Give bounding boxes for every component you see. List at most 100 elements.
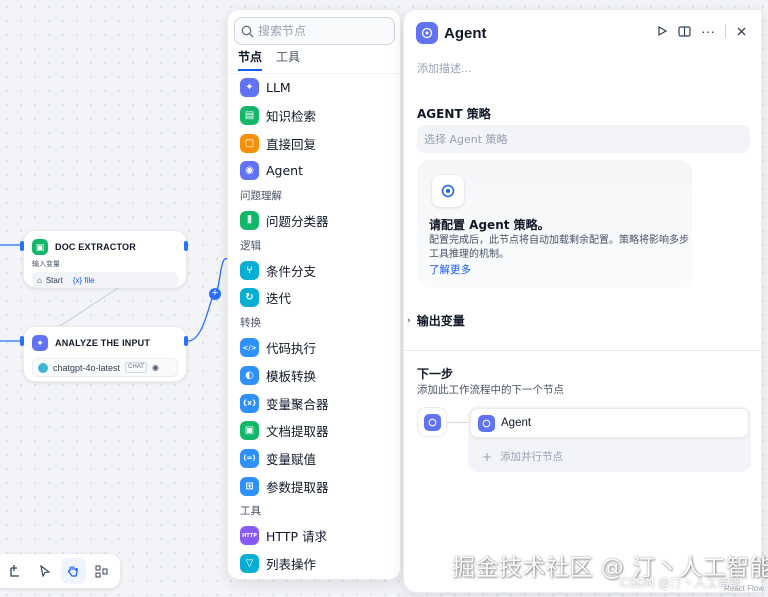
add-node-on-edge-button[interactable]: + xyxy=(209,288,221,300)
split-view-icon[interactable] xyxy=(678,25,691,38)
chip-node-name: Start xyxy=(45,275,63,285)
agent-icon xyxy=(416,22,438,44)
node-item-doc-extractor[interactable]: ▣ 文档提取器 xyxy=(228,417,400,445)
branch-icon: ⑂ xyxy=(240,260,259,280)
canvas-toolbar xyxy=(0,554,120,588)
agent-strategy-icon xyxy=(431,174,465,208)
node-item-iteration[interactable]: ↻ 迭代 xyxy=(228,284,400,312)
panel-actions: ··· xyxy=(656,24,747,38)
chip-variable: {x} file xyxy=(72,275,95,285)
divider xyxy=(725,24,726,38)
output-label: 输出变量 xyxy=(416,314,465,328)
analyze-input-node[interactable]: ✦ ANALYZE THE INPUT chatgpt-4o-latest CH… xyxy=(23,326,187,382)
analyze-target-handle[interactable] xyxy=(20,336,24,346)
node-title: ANALYZE THE INPUT xyxy=(55,338,151,348)
template-icon: ◐ xyxy=(240,365,259,385)
node-item-label: 列表操作 xyxy=(266,556,317,572)
list-operation-icon: ▽ xyxy=(240,553,259,573)
variable-assigner-icon: (=) xyxy=(240,448,259,468)
layout-button[interactable] xyxy=(90,558,115,584)
node-item-label: 变量赋值 xyxy=(266,451,317,467)
node-item-label: 迭代 xyxy=(266,291,292,307)
model-chip[interactable]: chatgpt-4o-latest CHAT ◉ xyxy=(32,358,178,377)
node-item-label: 参数提取器 xyxy=(266,479,329,495)
tab-tools[interactable]: 工具 xyxy=(276,48,300,71)
node-item-label: HTTP 请求 xyxy=(266,529,327,545)
node-item-question-classifier[interactable]: ⫴ 问题分类器 xyxy=(228,207,400,235)
eye-icon: ◉ xyxy=(151,363,159,372)
next-node-label: Agent xyxy=(501,417,532,429)
node-item-label: 直接回复 xyxy=(266,136,317,152)
learn-more-link[interactable]: 了解更多 xyxy=(429,262,471,277)
analyze-source-handle[interactable] xyxy=(184,336,188,346)
next-node-agent[interactable]: Agent xyxy=(470,408,749,438)
node-item-template[interactable]: ◐ 模板转换 xyxy=(228,362,400,390)
hand-mode-button[interactable] xyxy=(61,558,86,584)
node-item-label: 知识检索 xyxy=(266,109,317,125)
node-item-http-request[interactable]: HTTP HTTP 请求 xyxy=(228,522,400,550)
panel-title[interactable]: Agent xyxy=(444,25,487,42)
current-node-badge xyxy=(417,407,447,437)
parameter-extractor-icon: ⊞ xyxy=(240,476,259,496)
node-item-direct-reply[interactable]: ▢ 直接回复 xyxy=(228,129,400,157)
node-item-label: 代码执行 xyxy=(266,341,317,357)
node-item-variable-assigner[interactable]: (=) 变量赋值 xyxy=(228,445,400,473)
add-node-icon xyxy=(10,565,20,577)
agent-icon xyxy=(423,413,441,431)
agent-icon: ◉ xyxy=(240,161,259,181)
node-item-code[interactable]: </> 代码执行 xyxy=(228,334,400,362)
doc-extractor-target-handle[interactable] xyxy=(20,241,24,251)
strategy-select[interactable]: 选择 Agent 策略 xyxy=(417,125,750,153)
group-tools: 工具 xyxy=(240,505,261,518)
description-input[interactable]: 添加描述... xyxy=(417,60,472,76)
node-item-label: 变量聚合器 xyxy=(266,396,329,412)
section-divider xyxy=(404,350,761,351)
doc-extractor-source-handle[interactable] xyxy=(184,241,188,251)
next-step-title: 下一步 xyxy=(417,367,454,381)
node-selector-panel: 节点 工具 ✦ LLM ▤ 知识检索 ▢ 直接回复 ◉ Agent 问题理解 ⫴ 问题分类… xyxy=(227,9,401,580)
doc-extractor-icon: ▣ xyxy=(32,239,48,255)
node-item-label: 模板转换 xyxy=(266,368,317,384)
node-item-if-else[interactable]: ⑂ 条件分支 xyxy=(228,256,400,284)
openai-icon xyxy=(38,362,48,373)
strategy-hint-card: 请配置 Agent 策略。 配置完成后，此节点将自动加载剩余配置。策略将影响多步… xyxy=(417,160,692,288)
question-classifier-icon: ⫴ xyxy=(240,211,259,231)
node-item-variable-aggregator[interactable]: {x} 变量聚合器 xyxy=(228,389,400,417)
node-sub-label: 输入变量 xyxy=(32,261,60,268)
iteration-icon: ↻ xyxy=(240,288,259,308)
direct-reply-icon: ▢ xyxy=(240,133,259,153)
next-step-description: 添加此工作流程中的下一个节点 xyxy=(417,384,564,396)
node-item-label: Agent xyxy=(266,163,303,179)
search-input[interactable] xyxy=(258,24,388,38)
node-item-list-operation[interactable]: ▽ 列表操作 xyxy=(228,550,400,578)
search-box[interactable] xyxy=(234,17,395,45)
model-tag: CHAT xyxy=(125,362,147,373)
run-icon[interactable] xyxy=(656,25,668,37)
card-title: 请配置 Agent 策略。 xyxy=(429,218,550,232)
group-transform: 转换 xyxy=(240,317,261,330)
tab-nodes[interactable]: 节点 xyxy=(238,48,263,71)
agent-config-panel: Agent ··· 添加描述... AGENT 策略 选择 Agent 策略 请… xyxy=(403,9,762,593)
group-question-understanding: 问题理解 xyxy=(240,190,282,203)
node-item-label: 文档提取器 xyxy=(266,424,329,440)
pointer-mode-button[interactable] xyxy=(33,558,58,584)
llm-icon: ✦ xyxy=(240,78,259,98)
model-name: chatgpt-4o-latest xyxy=(53,362,121,373)
node-item-label: LLM xyxy=(266,80,291,96)
node-item-agent[interactable]: ◉ Agent xyxy=(228,157,400,185)
doc-extractor-icon: ▣ xyxy=(240,421,259,441)
more-icon[interactable]: ··· xyxy=(701,24,715,38)
node-item-label: 条件分支 xyxy=(266,263,317,279)
add-parallel-node-button[interactable]: + 添加并行节点 xyxy=(482,449,563,464)
node-item-knowledge-retrieval[interactable]: ▤ 知识检索 xyxy=(228,102,400,130)
doc-extractor-node[interactable]: ▣ DOC EXTRACTOR 输入变量 ⌂ Start {x} file xyxy=(23,230,187,288)
strategy-label: AGENT 策略 xyxy=(417,107,491,121)
close-icon[interactable] xyxy=(736,26,747,37)
output-variables-toggle[interactable]: › 输出变量 xyxy=(407,312,465,329)
node-item-llm[interactable]: ✦ LLM xyxy=(228,74,400,102)
node-item-parameter-extractor[interactable]: ⊞ 参数提取器 xyxy=(228,472,400,500)
add-node-button[interactable] xyxy=(4,558,29,584)
add-parallel-label: 添加并行节点 xyxy=(500,451,564,463)
plus-icon: + xyxy=(482,449,493,464)
node-list: ✦ LLM ▤ 知识检索 ▢ 直接回复 ◉ Agent 问题理解 ⫴ 问题分类器 逻辑 ⑂… xyxy=(228,74,400,577)
